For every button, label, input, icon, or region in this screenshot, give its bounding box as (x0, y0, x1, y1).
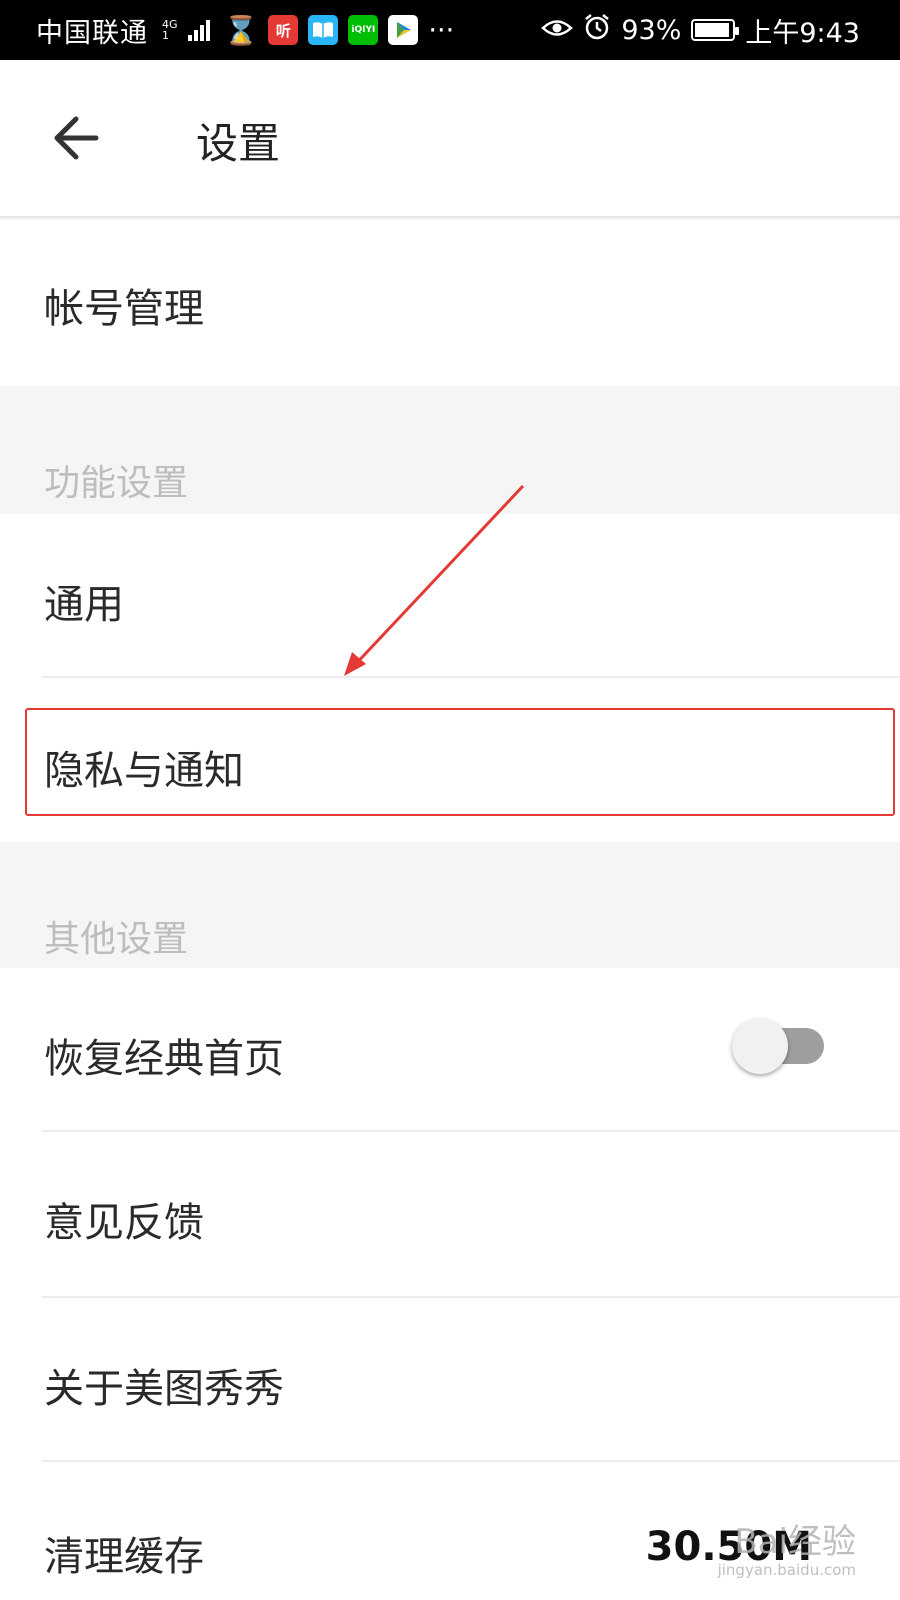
watermark-text: Bai经验 (734, 1522, 856, 1562)
clock-time: 上午9:43 (745, 17, 860, 49)
network-type-icon: 4G 1 (162, 19, 178, 41)
feedback-label: 意见反馈 (44, 1200, 204, 1246)
watermark-url: jingyan.baidu.com (717, 1561, 856, 1579)
about-label: 关于美图秀秀 (44, 1366, 284, 1412)
carrier-name: 中国联通 (36, 17, 148, 49)
restore-classic-home-label: 恢复经典首页 (44, 1036, 284, 1082)
iqiyi-app-icon: iQIYI (348, 15, 379, 45)
hourglass-icon: ⌛ (223, 13, 259, 47)
clear-cache-label: 清理缓存 (44, 1534, 204, 1580)
settings-screen: 中国联通 4G 1 ⌛ 听 iQIYI ··· 93% 上午9:43 设置 帐号… (0, 0, 900, 1600)
account-management-row[interactable]: 帐号管理 (0, 220, 900, 386)
network-sim-label: 1 (162, 29, 169, 42)
page-title: 设置 (196, 119, 281, 168)
account-management-label: 帐号管理 (44, 286, 204, 332)
ting-app-icon: 听 (268, 15, 299, 45)
general-row[interactable]: 通用 (0, 514, 900, 678)
alarm-icon (583, 13, 611, 48)
app-header: 设置 (0, 60, 900, 218)
restore-classic-home-row[interactable]: 恢复经典首页 (0, 968, 900, 1132)
battery-fill (695, 23, 729, 37)
more-notifications-icon: ··· (428, 14, 455, 46)
privacy-notifications-row[interactable]: 隐私与通知 (0, 678, 900, 842)
about-row[interactable]: 关于美图秀秀 (0, 1298, 900, 1462)
back-arrow-icon (54, 116, 99, 160)
status-bar: 中国联通 4G 1 ⌛ 听 iQIYI ··· 93% 上午9:43 (0, 0, 900, 60)
watermark-logo: Bai经验 jingyan.baidu.com (718, 1525, 856, 1578)
signal-icon (187, 19, 210, 41)
general-label: 通用 (44, 582, 124, 628)
section-header-features: 功能设置 (0, 386, 900, 514)
status-bar-left: 中国联通 4G 1 ⌛ 听 iQIYI ··· (36, 11, 454, 50)
battery-percent: 93% (621, 14, 682, 46)
eye-comfort-icon (541, 15, 574, 46)
privacy-notifications-label: 隐私与通知 (44, 748, 244, 794)
toggle-thumb (732, 1018, 788, 1074)
battery-icon (691, 19, 740, 41)
video-app-icon (388, 15, 419, 45)
section-other-label: 其他设置 (44, 919, 189, 960)
back-button[interactable] (48, 108, 108, 168)
section-header-other: 其他设置 (0, 842, 900, 968)
section-features-label: 功能设置 (44, 463, 189, 504)
classic-home-toggle[interactable] (732, 1018, 828, 1074)
book-app-icon (308, 15, 339, 45)
feedback-row[interactable]: 意见反馈 (0, 1132, 900, 1298)
status-bar-right: 93% 上午9:43 (541, 11, 860, 50)
